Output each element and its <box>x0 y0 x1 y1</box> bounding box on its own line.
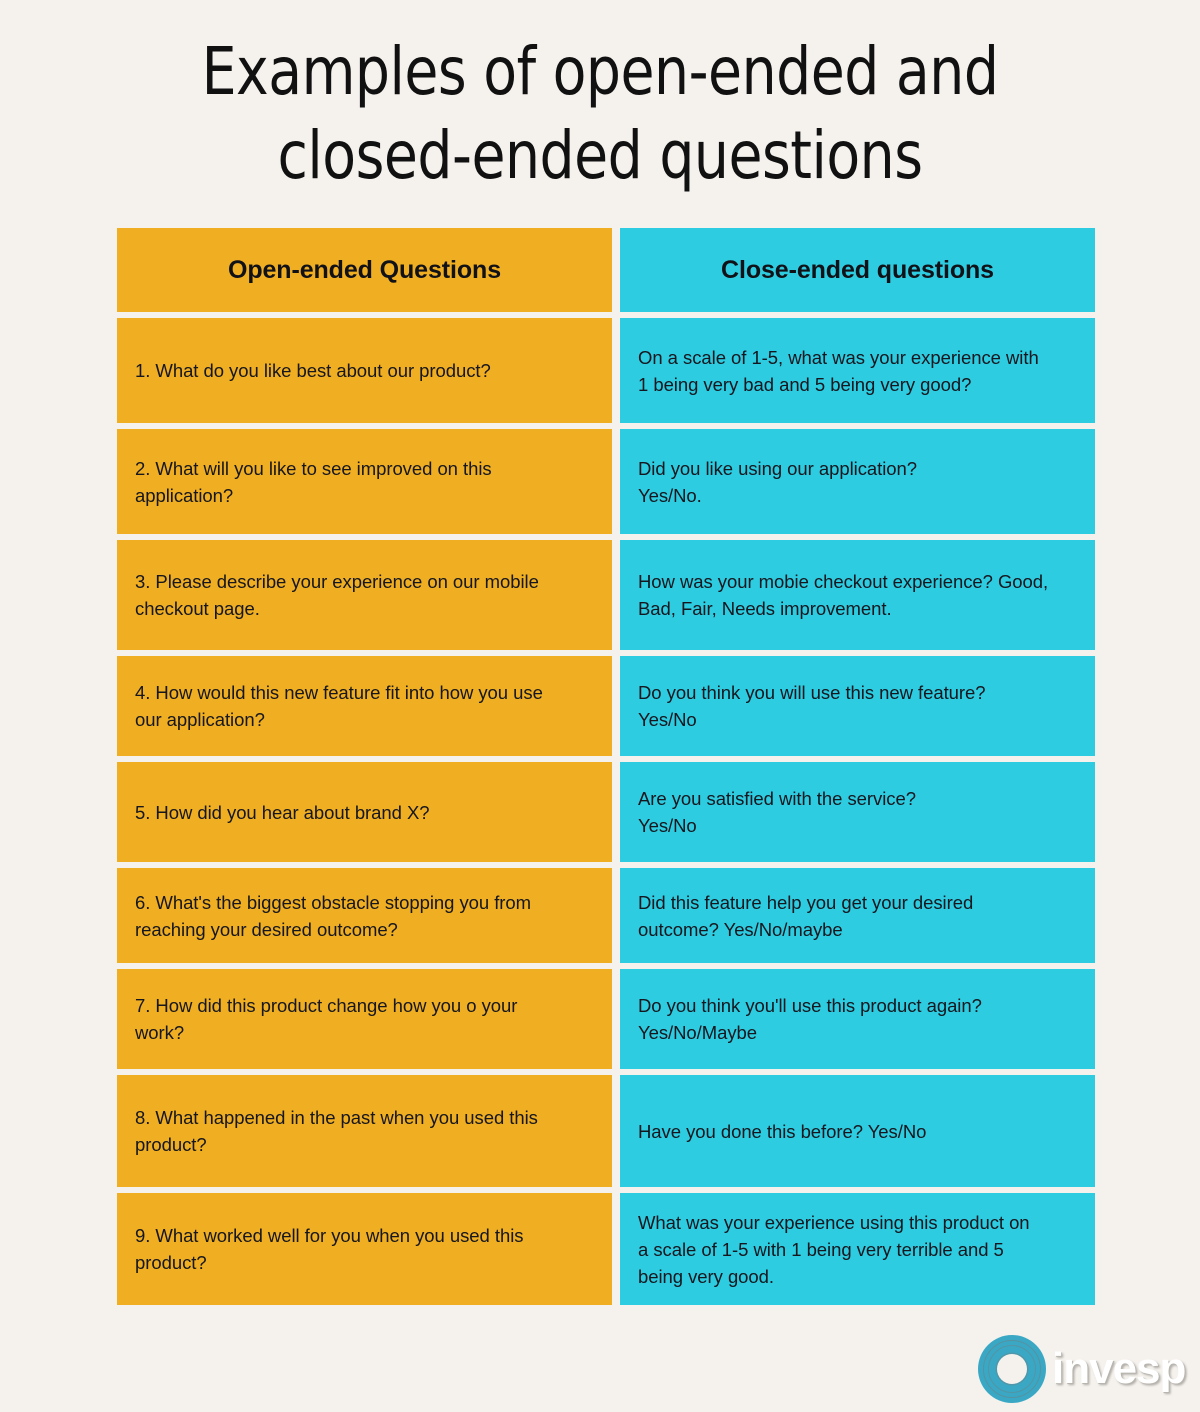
closed-ended-cell: Have you done this before? Yes/No <box>620 1075 1095 1187</box>
closed-ended-cell: Are you satisfied with the service? Yes/… <box>620 762 1095 862</box>
open-ended-cell: 5. How did you hear about brand X? <box>117 762 612 862</box>
open-ended-cell: 3. Please describe your experience on ou… <box>117 540 612 650</box>
table-row: 6. What's the biggest obstacle stopping … <box>117 868 1095 963</box>
closed-ended-question-text: Are you satisfied with the service? Yes/… <box>638 788 916 836</box>
open-ended-cell: 8. What happened in the past when you us… <box>117 1075 612 1187</box>
questions-comparison-table: Open-ended Questions Close-ended questio… <box>117 228 1095 1311</box>
closed-ended-question-text: Do you think you'll use this product aga… <box>638 995 982 1043</box>
closed-ended-cell: Do you think you'll use this product aga… <box>620 969 1095 1069</box>
invesp-logo: invesp <box>978 1332 1186 1406</box>
closed-ended-question-text: Did this feature help you get your desir… <box>638 891 974 940</box>
open-ended-cell: 7. How did this product change how you o… <box>117 969 612 1069</box>
table-row: 2. What will you like to see improved on… <box>117 429 1095 534</box>
closed-ended-question-text: How was your mobie checkout experience? … <box>638 571 1049 619</box>
table-row: 9. What worked well for you when you use… <box>117 1193 1095 1305</box>
table-row: 4. How would this new feature fit into h… <box>117 656 1095 756</box>
concentric-ring-icon <box>978 1335 1046 1403</box>
open-ended-question-text: 5. How did you hear about brand X? <box>135 801 430 823</box>
open-ended-cell: 1. What do you like best about our produ… <box>117 318 612 423</box>
closed-ended-question-text: What was your experience using this prod… <box>638 1211 1030 1287</box>
open-ended-question-text: 1. What do you like best about our produ… <box>135 360 491 381</box>
table-header-row: Open-ended Questions Close-ended questio… <box>117 228 1095 312</box>
closed-ended-question-text: Do you think you will use this new featu… <box>638 682 986 730</box>
table-row: 8. What happened in the past when you us… <box>117 1075 1095 1187</box>
page-title-line-2: closed-ended questions <box>277 117 923 194</box>
page-title: Examples of open-ended and closed-ended … <box>70 0 1130 198</box>
open-ended-question-text: 6. What's the biggest obstacle stopping … <box>135 891 532 940</box>
closed-ended-question-text: Have you done this before? Yes/No <box>638 1120 927 1142</box>
open-ended-cell: 4. How would this new feature fit into h… <box>117 656 612 756</box>
open-ended-question-text: 4. How would this new feature fit into h… <box>135 682 543 730</box>
open-ended-cell: 2. What will you like to see improved on… <box>117 429 612 534</box>
table-row: 3. Please describe your experience on ou… <box>117 540 1095 650</box>
page-title-line-1: Examples of open-ended and <box>201 33 999 110</box>
table-header-closed-ended-label: Close-ended questions <box>721 255 994 284</box>
closed-ended-cell: Did this feature help you get your desir… <box>620 868 1095 963</box>
closed-ended-question-text: On a scale of 1-5, what was your experie… <box>638 346 1039 395</box>
open-ended-cell: 9. What worked well for you when you use… <box>117 1193 612 1305</box>
table-row: 5. How did you hear about brand X? Are y… <box>117 762 1095 862</box>
open-ended-question-text: 7. How did this product change how you o… <box>135 995 518 1043</box>
closed-ended-cell: On a scale of 1-5, what was your experie… <box>620 318 1095 423</box>
open-ended-question-text: 3. Please describe your experience on ou… <box>135 571 539 619</box>
table-header-open-ended: Open-ended Questions <box>117 228 612 312</box>
closed-ended-cell: Do you think you will use this new featu… <box>620 656 1095 756</box>
closed-ended-cell: How was your mobie checkout experience? … <box>620 540 1095 650</box>
table-row: 1. What do you like best about our produ… <box>117 318 1095 423</box>
invesp-logo-text: invesp <box>1052 1344 1186 1393</box>
closed-ended-cell: What was your experience using this prod… <box>620 1193 1095 1305</box>
table-header-closed-ended: Close-ended questions <box>620 228 1095 312</box>
open-ended-question-text: 9. What worked well for you when you use… <box>135 1225 524 1273</box>
table-row: 7. How did this product change how you o… <box>117 969 1095 1069</box>
open-ended-question-text: 2. What will you like to see improved on… <box>135 457 492 506</box>
open-ended-question-text: 8. What happened in the past when you us… <box>135 1107 538 1155</box>
closed-ended-question-text: Did you like using our application? Yes/… <box>638 457 918 506</box>
table-header-open-ended-label: Open-ended Questions <box>227 255 502 284</box>
open-ended-cell: 6. What's the biggest obstacle stopping … <box>117 868 612 963</box>
closed-ended-cell: Did you like using our application? Yes/… <box>620 429 1095 534</box>
